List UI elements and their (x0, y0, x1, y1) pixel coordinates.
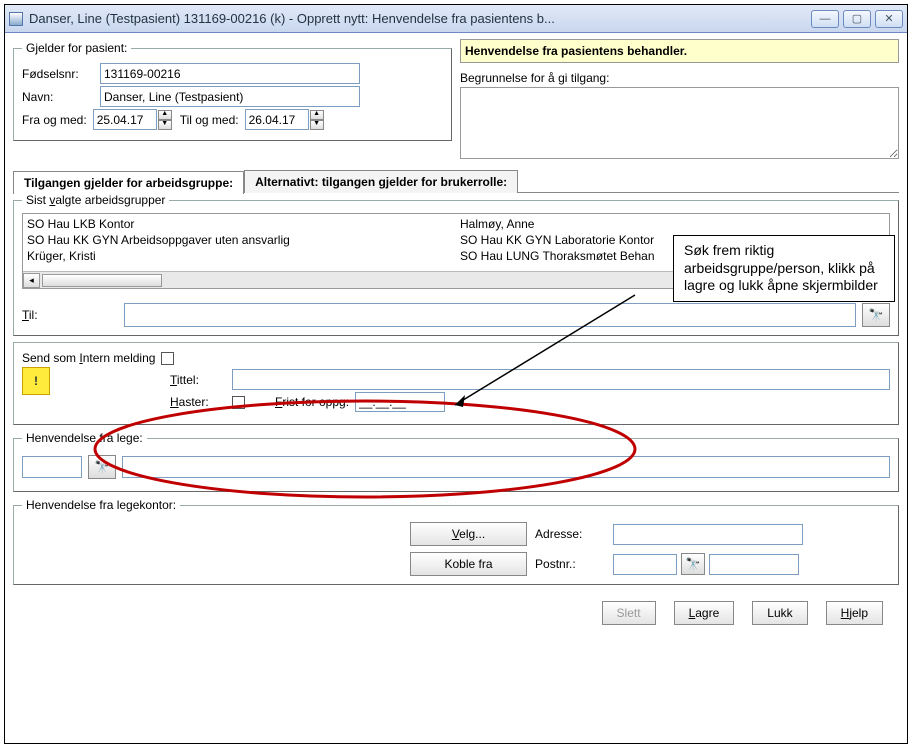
lagre-button[interactable]: Lagre (674, 601, 735, 625)
close-button[interactable]: ✕ (875, 10, 903, 28)
til-input[interactable] (245, 109, 309, 130)
button-row: Slett Lagre Lukk Hjelp (13, 591, 899, 631)
fra-spin-up[interactable]: ▲ (158, 110, 172, 120)
send-intern-label: Send som Intern melding (22, 351, 155, 365)
tabbar: Tilgangen gjelder for arbeidsgruppe: Alt… (13, 170, 899, 193)
til-spin-down[interactable]: ▼ (310, 120, 324, 130)
til-field-label: Til: (22, 308, 112, 322)
lege-search-button[interactable]: 🔭 (88, 455, 116, 479)
fodselsnr-input[interactable] (100, 63, 360, 84)
tab-brukerrolle[interactable]: Alternativt: tilgangen gjelder for bruke… (244, 170, 518, 193)
postnr-input[interactable] (613, 554, 677, 575)
koble-fra-button[interactable]: Koble fra (410, 552, 527, 576)
window-title: Danser, Line (Testpasient) 131169-00216 … (29, 11, 811, 26)
maximize-button[interactable]: ▢ (843, 10, 871, 28)
binocular-icon: 🔭 (95, 460, 110, 474)
search-button[interactable]: 🔭 (862, 303, 890, 327)
patient-group: Gjelder for pasient: Fødselsnr: Navn: Fr… (13, 41, 452, 141)
til-label: Til og med: (180, 113, 239, 127)
frist-input[interactable] (355, 392, 445, 412)
list-item[interactable]: SO Hau LKB Kontor (27, 216, 452, 232)
postnr-label: Postnr.: (535, 557, 605, 571)
tab-arbeidsgruppe[interactable]: Tilgangen gjelder for arbeidsgruppe: (13, 171, 244, 194)
adresse-input[interactable] (613, 524, 803, 545)
annotation-callout: Søk frem riktig arbeidsgruppe/person, kl… (673, 235, 895, 302)
lege-name-input[interactable] (122, 456, 890, 478)
reason-textarea[interactable] (460, 87, 899, 159)
fra-input[interactable] (93, 109, 157, 130)
message-options-group: Send som Intern melding ! Tittel: Haster… (13, 342, 899, 425)
list-item[interactable]: Krüger, Kristi (27, 248, 452, 264)
list-item[interactable]: SO Hau KK GYN Arbeidsoppgaver uten ansva… (27, 232, 452, 248)
binocular-icon: 🔭 (869, 308, 884, 322)
note-icon[interactable]: ! (22, 367, 50, 395)
tittel-input[interactable] (232, 369, 890, 390)
app-icon (9, 12, 23, 26)
scroll-thumb[interactable] (42, 274, 162, 287)
slett-button[interactable]: Slett (602, 601, 656, 625)
reason-label: Begrunnelse for å gi tilgang: (460, 71, 899, 85)
postnr-search-button[interactable]: 🔭 (681, 553, 705, 575)
recent-legend: Sist valgte arbeidsgrupper (22, 193, 169, 207)
til-spin-up[interactable]: ▲ (310, 110, 324, 120)
lege-legend: Henvendelse fra lege: (22, 431, 147, 445)
navn-input[interactable] (100, 86, 360, 107)
navn-label: Navn: (22, 90, 94, 104)
lukk-button[interactable]: Lukk (752, 601, 807, 625)
fra-label: Fra og med: (22, 113, 87, 127)
scroll-left-button[interactable]: ◂ (23, 273, 40, 288)
patient-legend: Gjelder for pasient: (22, 41, 131, 55)
kontor-group: Henvendelse fra legekontor: Velg... Adre… (13, 498, 899, 585)
titlebar: Danser, Line (Testpasient) 131169-00216 … (5, 5, 907, 33)
minimize-button[interactable]: — (811, 10, 839, 28)
til-input[interactable] (124, 303, 856, 327)
context-header: Henvendelse fra pasientens behandler. (460, 39, 899, 63)
client-area: Gjelder for pasient: Fødselsnr: Navn: Fr… (5, 33, 907, 637)
fra-spin-down[interactable]: ▼ (158, 120, 172, 130)
fodselsnr-label: Fødselsnr: (22, 67, 94, 81)
haster-label: Haster: (170, 395, 226, 409)
velg-button[interactable]: Velg... (410, 522, 527, 546)
lege-code-input[interactable] (22, 456, 82, 478)
lege-group: Henvendelse fra lege: 🔭 (13, 431, 899, 492)
tittel-label: Tittel: (170, 373, 226, 387)
send-intern-checkbox[interactable] (161, 352, 174, 365)
list-item[interactable]: Halmøy, Anne (460, 216, 885, 232)
adresse-label: Adresse: (535, 527, 605, 541)
binocular-icon: 🔭 (686, 557, 701, 571)
frist-label: Frist for oppg: (275, 395, 349, 409)
window-frame: Danser, Line (Testpasient) 131169-00216 … (4, 4, 908, 744)
kontor-legend: Henvendelse fra legekontor: (22, 498, 180, 512)
poststed-input[interactable] (709, 554, 799, 575)
haster-checkbox[interactable] (232, 396, 245, 409)
hjelp-button[interactable]: Hjelp (826, 601, 883, 625)
